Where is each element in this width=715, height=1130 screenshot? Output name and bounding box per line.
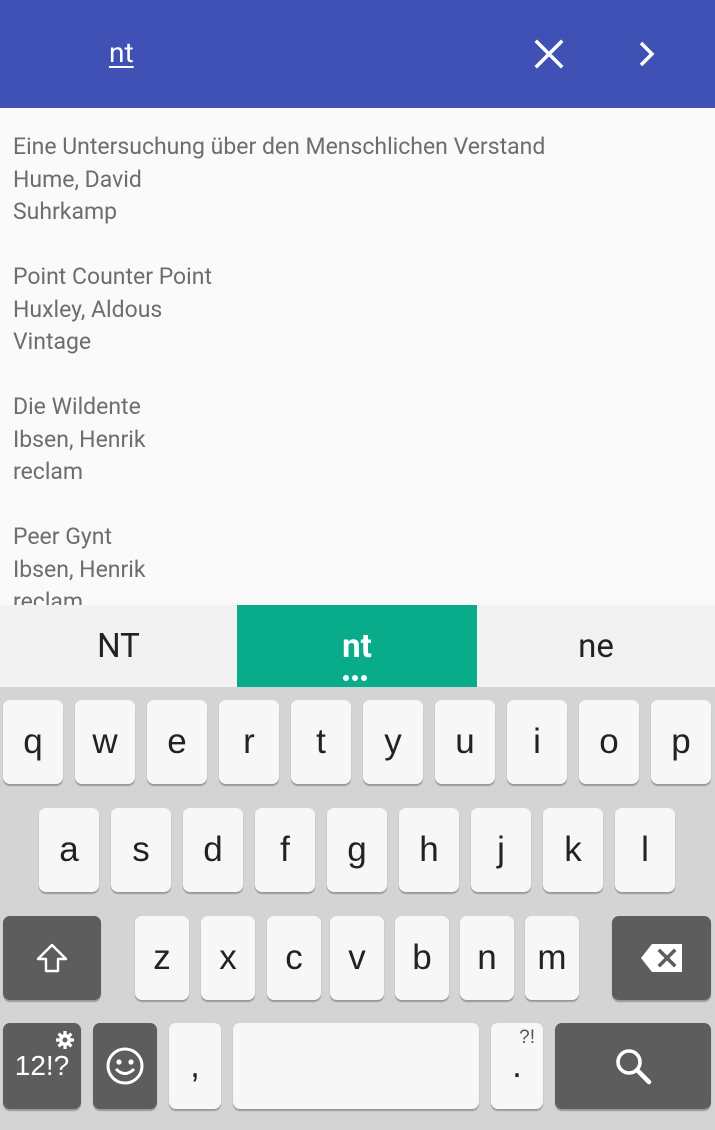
key-o[interactable]: o	[579, 700, 639, 784]
key-period-alt: ?!	[519, 1027, 535, 1048]
book-title: Eine Untersuchung über den Menschlichen …	[13, 133, 546, 160]
key-s[interactable]: s	[111, 808, 171, 892]
smiley-icon	[106, 1047, 144, 1085]
list-item[interactable]: Point Counter Point Huxley, Aldous Vinta…	[13, 261, 212, 359]
book-publisher: reclam	[13, 458, 84, 485]
key-q[interactable]: q	[3, 700, 63, 784]
backspace-key[interactable]	[612, 916, 711, 1000]
close-icon[interactable]	[525, 30, 573, 78]
suggestion-left[interactable]: NT	[0, 605, 237, 687]
keyboard: q w e r t y u i o p a s d f g h j k l z …	[0, 687, 715, 1130]
key-d[interactable]: d	[183, 808, 243, 892]
key-c[interactable]: c	[267, 916, 321, 1000]
book-author: Hume, David	[13, 165, 142, 193]
emoji-key[interactable]	[93, 1023, 157, 1109]
key-b[interactable]: b	[395, 916, 449, 1000]
key-w[interactable]: w	[75, 700, 135, 784]
book-title: Point Counter Point	[13, 263, 212, 290]
key-e[interactable]: e	[147, 700, 207, 784]
book-publisher: Vintage	[13, 328, 92, 355]
key-t[interactable]: t	[291, 700, 351, 784]
key-r[interactable]: r	[219, 700, 279, 784]
key-z[interactable]: z	[135, 916, 189, 1000]
book-publisher: Suhrkamp	[13, 198, 118, 225]
key-y[interactable]: y	[363, 700, 423, 784]
chevron-right-icon[interactable]	[622, 30, 670, 78]
key-comma[interactable]: ,	[169, 1023, 221, 1109]
key-i[interactable]: i	[507, 700, 567, 784]
key-n[interactable]: n	[460, 916, 514, 1000]
key-a[interactable]: a	[39, 808, 99, 892]
key-period-label: .	[512, 1046, 522, 1085]
book-title: Die Wildente	[13, 393, 141, 420]
key-v[interactable]: v	[330, 916, 384, 1000]
key-l[interactable]: l	[615, 808, 675, 892]
book-author: Ibsen, Henrik	[13, 555, 146, 583]
key-period[interactable]: . ?!	[491, 1023, 543, 1109]
list-item[interactable]: Die Wildente Ibsen, Henrik reclam	[13, 391, 146, 489]
search-results-list: Eine Untersuchung über den Menschlichen …	[0, 108, 715, 606]
book-publisher: reclam	[13, 588, 84, 606]
gear-icon	[55, 1025, 75, 1057]
key-h[interactable]: h	[399, 808, 459, 892]
book-title: Peer Gynt	[13, 523, 113, 550]
search-key[interactable]	[555, 1023, 711, 1109]
book-author: Ibsen, Henrik	[13, 425, 146, 453]
search-icon	[616, 1049, 652, 1085]
key-k[interactable]: k	[543, 808, 603, 892]
spacebar[interactable]	[233, 1023, 479, 1109]
list-item[interactable]: Eine Untersuchung über den Menschlichen …	[13, 131, 545, 229]
symbols-key[interactable]: 12!?	[3, 1023, 81, 1109]
key-u[interactable]: u	[435, 700, 495, 784]
key-j[interactable]: j	[471, 808, 531, 892]
shift-arrow-icon	[36, 943, 68, 973]
key-x[interactable]: x	[201, 916, 255, 1000]
search-query-text[interactable]: nt	[109, 36, 134, 69]
key-m[interactable]: m	[525, 916, 579, 1000]
key-p[interactable]: p	[651, 700, 711, 784]
key-g[interactable]: g	[327, 808, 387, 892]
search-toolbar: nt	[0, 0, 715, 108]
book-author: Huxley, Aldous	[13, 295, 163, 323]
list-item[interactable]: Peer Gynt Ibsen, Henrik reclam	[13, 521, 146, 606]
suggestion-right[interactable]: ne	[477, 605, 715, 687]
backspace-icon	[640, 944, 682, 972]
more-suggestions-icon	[343, 675, 367, 681]
key-f[interactable]: f	[255, 808, 315, 892]
shift-key[interactable]	[3, 916, 101, 1000]
